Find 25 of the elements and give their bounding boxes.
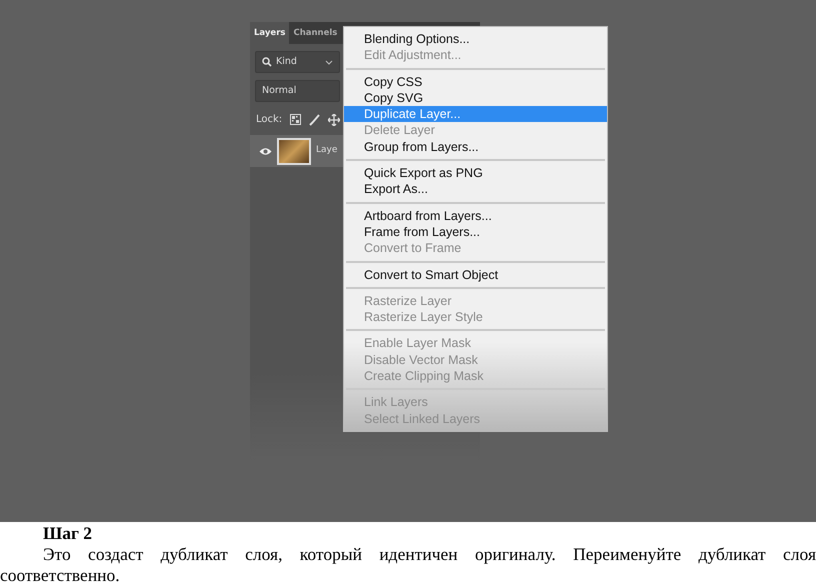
- layer-name: Laye: [316, 144, 338, 158]
- menu-item[interactable]: Copy CSS: [344, 74, 607, 90]
- search-icon: [262, 57, 272, 67]
- brush-icon[interactable]: [309, 114, 320, 126]
- blend-mode-dropdown[interactable]: Normal: [255, 80, 340, 102]
- photo-placeholder: [277, 138, 311, 164]
- menu-item[interactable]: Duplicate Layer...: [344, 106, 607, 122]
- checker-icon[interactable]: [290, 114, 302, 125]
- menu-item[interactable]: Convert to Smart Object: [344, 266, 607, 283]
- filter-dropdown[interactable]: Kind: [255, 51, 340, 73]
- menu-item[interactable]: Frame from Layers...: [344, 224, 607, 240]
- step-heading: Шаг 2: [42, 523, 94, 544]
- menu-item[interactable]: Group from Layers...: [344, 138, 607, 156]
- panel-tab[interactable]: Layers: [250, 22, 290, 44]
- eye-icon[interactable]: [259, 146, 272, 156]
- panel-tab[interactable]: Channels: [289, 22, 342, 44]
- menu-item[interactable]: Copy SVG: [344, 90, 607, 106]
- menu-item[interactable]: Artboard from Layers...: [344, 208, 607, 224]
- move-icon[interactable]: [328, 114, 340, 126]
- step-text: Это создаст дубликат слоя, который идентичен оригиналу. Переименуйте дубликат слоя соответственно.: [0, 544, 816, 586]
- lock-label: Lock:: [256, 113, 282, 127]
- menu-item[interactable]: Export As...: [344, 181, 607, 198]
- chevron-down-icon: [325, 60, 333, 64]
- menu-item[interactable]: Blending Options...: [344, 31, 607, 48]
- menu-item[interactable]: Quick Export as PNG: [344, 165, 607, 182]
